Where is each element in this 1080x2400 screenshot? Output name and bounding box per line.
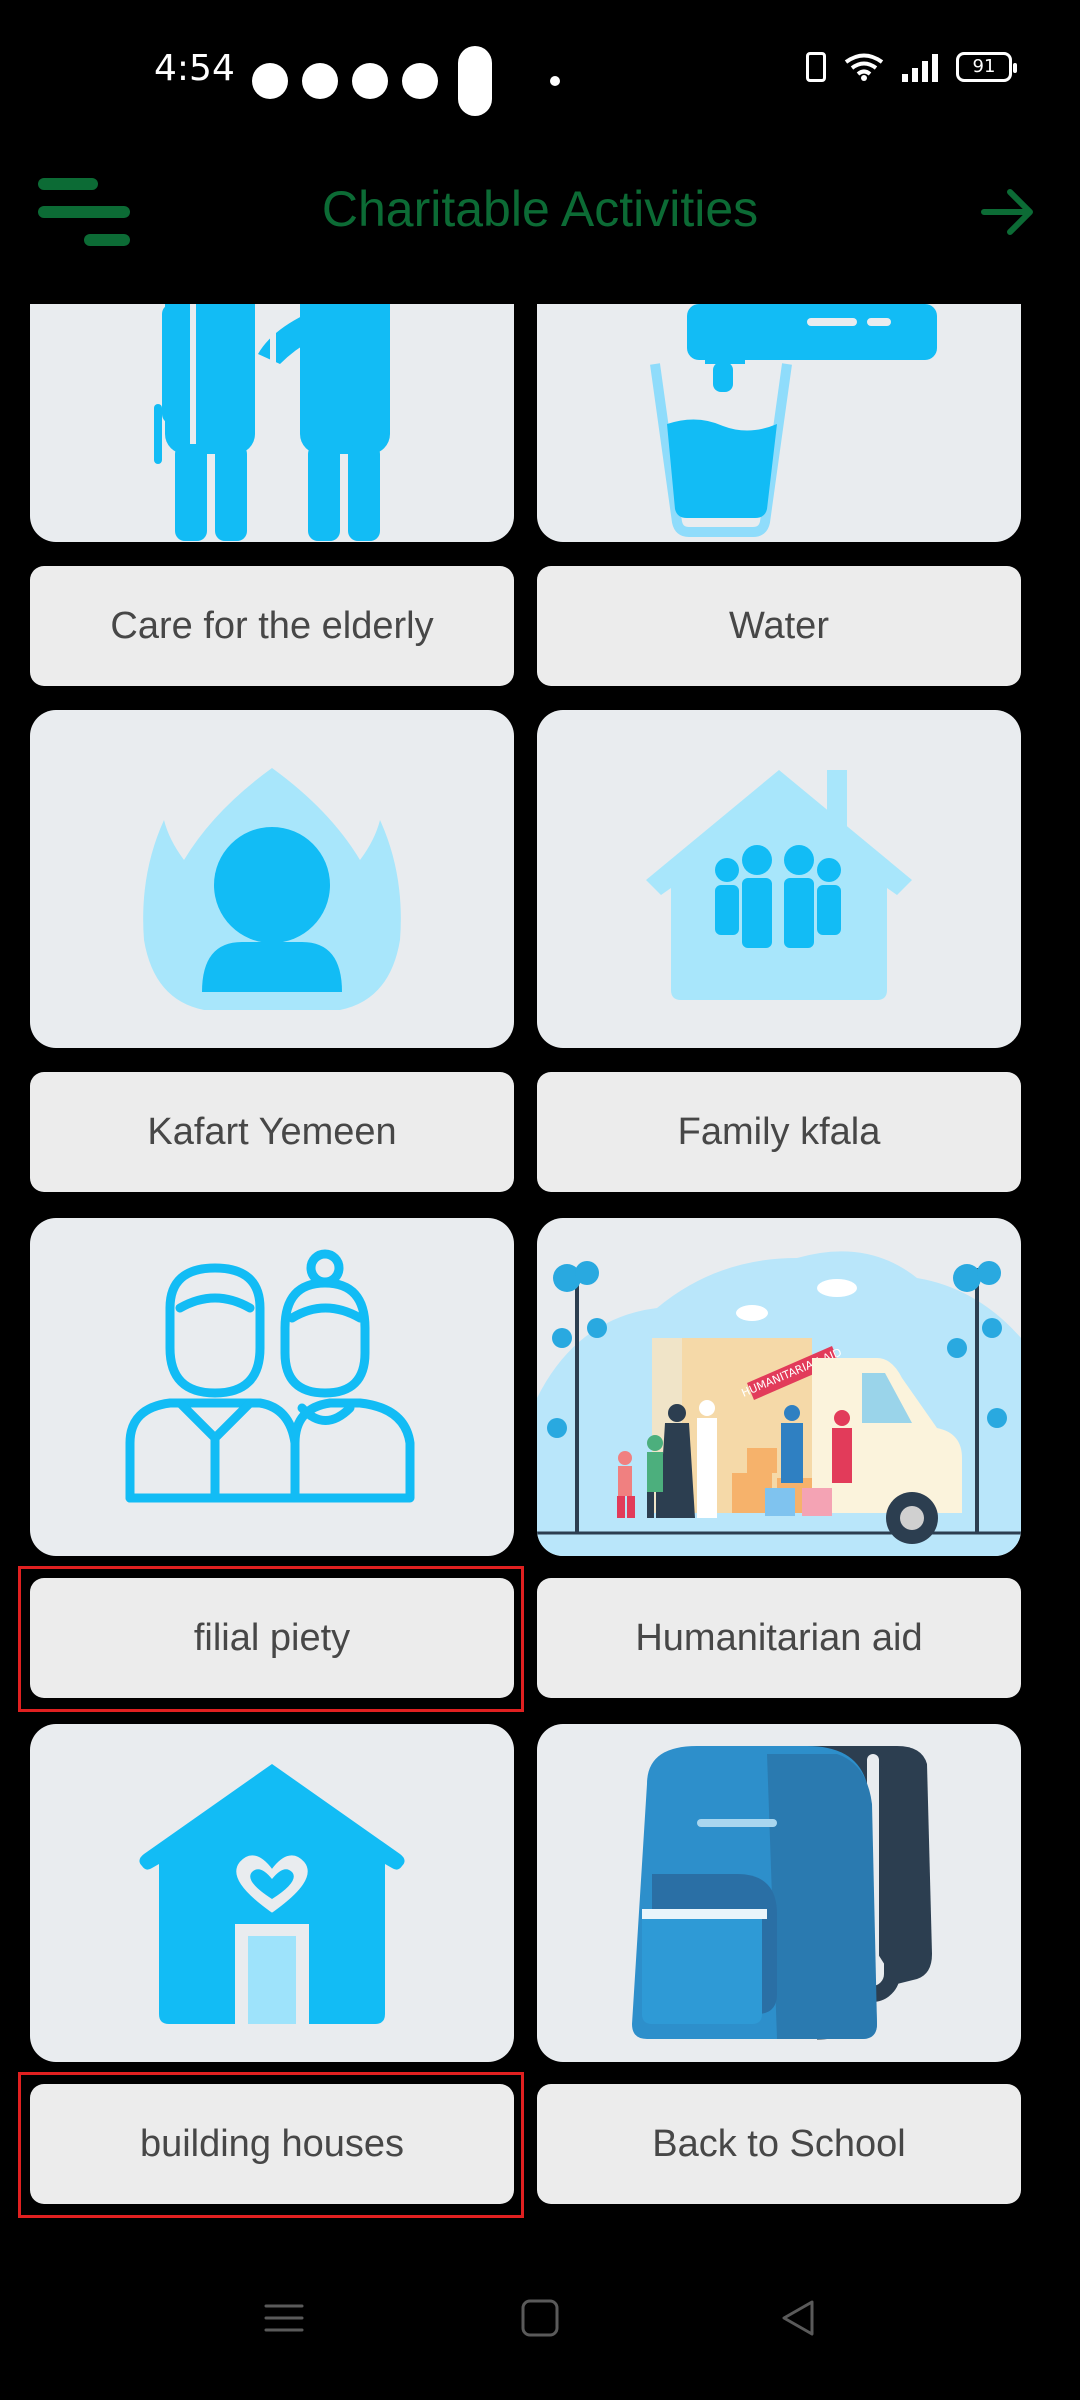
activity-tile-family-kfala[interactable]: [537, 710, 1021, 1048]
activity-label-button[interactable]: Back to School: [537, 2084, 1021, 2204]
activity-tile-elderly[interactable]: [30, 304, 514, 542]
activity-label-button[interactable]: filial piety: [30, 1578, 514, 1698]
activity-label-button[interactable]: Humanitarian aid: [537, 1578, 1021, 1698]
wifi-icon: [844, 53, 884, 81]
activity-label-button[interactable]: Water: [537, 566, 1021, 686]
home-icon[interactable]: [518, 2296, 562, 2340]
status-bar: 4:54 91: [0, 0, 1080, 140]
humanitarian-aid-illustration: HUMANITARIAN AID: [537, 1251, 1021, 1556]
activity-tile-humanitarian-aid[interactable]: HUMANITARIAN AID: [537, 1218, 1021, 1556]
heart-house-icon: [139, 1764, 405, 2024]
activity-tile-kafart-yemeen[interactable]: [30, 710, 514, 1048]
camera-cutout-icon: [458, 46, 492, 116]
elderly-care-icon: [154, 304, 390, 541]
signal-icon: [902, 52, 938, 82]
more-notifications-icon: [550, 76, 560, 86]
vibrate-icon: [806, 52, 826, 82]
messenger-icon: [302, 63, 338, 99]
pinterest-icon: [352, 63, 388, 99]
back-icon[interactable]: [776, 2296, 820, 2340]
recent-apps-icon[interactable]: [262, 2296, 306, 2340]
forward-arrow-icon[interactable]: [980, 184, 1036, 240]
activity-tile-filial-piety[interactable]: [30, 1218, 514, 1556]
backpack-icon: [632, 1746, 932, 2040]
whatsapp-icon: [402, 63, 438, 99]
status-time: 4:54: [154, 48, 235, 89]
activity-label-button[interactable]: Kafart Yemeen: [30, 1072, 514, 1192]
notification-icons: [252, 46, 560, 116]
snapchat-icon: [252, 63, 288, 99]
battery-icon: 91: [956, 52, 1017, 82]
activity-label-button[interactable]: building houses: [30, 2084, 514, 2204]
activity-tile-water[interactable]: [537, 304, 1021, 542]
activity-label-button[interactable]: Care for the elderly: [30, 566, 514, 686]
system-navigation-bar: [0, 2236, 1080, 2400]
activity-tile-building-houses[interactable]: [30, 1724, 514, 2062]
water-tap-icon: [650, 304, 937, 537]
elderly-couple-icon: [125, 1249, 415, 1503]
app-bar: Charitable Activities: [0, 140, 1080, 300]
person-flame-icon: [143, 768, 401, 1010]
activities-grid[interactable]: Care for the elderly Water Kafart Yemeen…: [0, 304, 1080, 2236]
activity-label-button[interactable]: Family kfala: [537, 1072, 1021, 1192]
activity-tile-back-to-school[interactable]: [537, 1724, 1021, 2062]
system-icons: 91: [806, 52, 1017, 82]
page-title: Charitable Activities: [321, 181, 759, 237]
family-house-icon: [646, 770, 912, 1000]
